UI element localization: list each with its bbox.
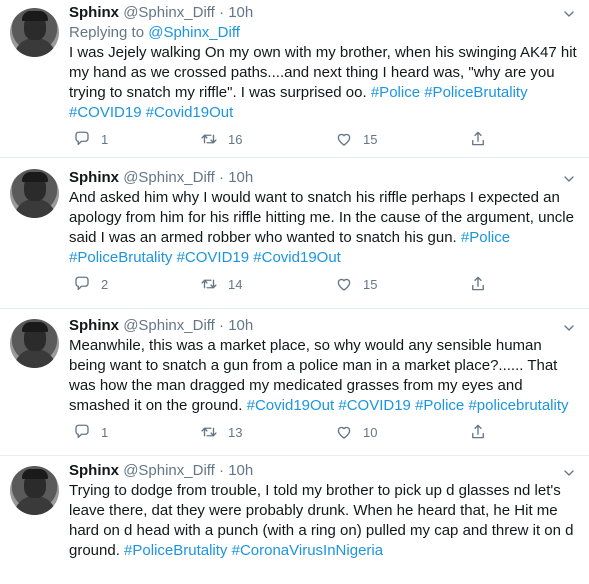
avatar[interactable] bbox=[10, 319, 59, 368]
share-button[interactable] bbox=[469, 275, 487, 293]
hashtag-link[interactable]: #Covid19Out bbox=[253, 249, 341, 266]
share-icon bbox=[472, 424, 484, 439]
hashtag-link[interactable]: #COVID19 bbox=[177, 249, 250, 266]
chevron-down-icon[interactable] bbox=[561, 465, 577, 481]
retweet-count: 13 bbox=[228, 424, 243, 440]
author-handle[interactable]: @Sphinx_Diff bbox=[123, 317, 215, 334]
hashtag-link[interactable]: #PoliceBrutality bbox=[124, 542, 227, 559]
chevron-down-icon[interactable] bbox=[561, 171, 577, 187]
share-button[interactable] bbox=[469, 130, 487, 148]
hashtag-link[interactable]: #PoliceBrutality bbox=[69, 249, 172, 266]
separator: · bbox=[219, 169, 225, 186]
hashtag-link[interactable]: #COVID19 bbox=[338, 397, 411, 414]
hashtag-link[interactable]: #policebrutality bbox=[468, 397, 568, 414]
avatar[interactable] bbox=[10, 466, 59, 515]
tweet-actions: 1 16 15 bbox=[69, 130, 509, 156]
reply-count: 1 bbox=[101, 131, 109, 147]
tweet-header: Sphinx @Sphinx_Diff · 10h bbox=[69, 168, 581, 188]
retweet-button[interactable]: 13 bbox=[200, 423, 242, 441]
author-name[interactable]: Sphinx bbox=[69, 317, 119, 334]
hashtag-link[interactable]: #Covid19Out bbox=[247, 397, 335, 414]
retweet-count: 16 bbox=[228, 131, 243, 147]
retweet-count: 14 bbox=[228, 276, 243, 292]
reply-count: 2 bbox=[101, 276, 109, 292]
like-count: 15 bbox=[363, 276, 378, 292]
reply-icon bbox=[75, 276, 89, 291]
tweet[interactable]: Sphinx @Sphinx_Diff · 10h Trying to dodg… bbox=[0, 457, 589, 584]
chevron-down-icon[interactable] bbox=[561, 320, 577, 336]
replying-prefix: Replying to bbox=[69, 24, 145, 41]
retweet-icon bbox=[201, 427, 217, 437]
tweet-actions: 1 13 10 bbox=[69, 423, 509, 449]
tweet-header: Sphinx @Sphinx_Diff · 10h bbox=[69, 461, 581, 481]
like-button[interactable]: 10 bbox=[335, 423, 377, 441]
tweet[interactable]: Sphinx @Sphinx_Diff · 10h Replying to @S… bbox=[0, 0, 589, 158]
retweet-icon bbox=[201, 279, 217, 289]
share-icon bbox=[472, 131, 484, 146]
tweet-text: I was Jejely walking On my own with my b… bbox=[69, 43, 581, 123]
hashtag-link[interactable]: #Police bbox=[461, 229, 510, 246]
share-icon bbox=[472, 276, 484, 291]
separator: · bbox=[219, 462, 225, 479]
tweet-text: And asked him why I would want to snatch… bbox=[69, 188, 581, 268]
reply-icon bbox=[75, 424, 89, 439]
tweet-text: Meanwhile, this was a market place, so w… bbox=[69, 336, 581, 416]
replying-handle-link[interactable]: @Sphinx_Diff bbox=[148, 24, 240, 41]
timestamp[interactable]: 10h bbox=[228, 4, 253, 21]
separator: · bbox=[219, 317, 225, 334]
tweet[interactable]: Sphinx @Sphinx_Diff · 10h Meanwhile, thi… bbox=[0, 310, 589, 456]
like-count: 15 bbox=[363, 131, 378, 147]
hashtag-link[interactable]: #PoliceBrutality bbox=[424, 84, 527, 101]
author-name[interactable]: Sphinx bbox=[69, 462, 119, 479]
separator: · bbox=[219, 4, 225, 21]
hashtag-link[interactable]: #Police bbox=[371, 84, 420, 101]
author-handle[interactable]: @Sphinx_Diff bbox=[123, 462, 215, 479]
reply-button[interactable]: 1 bbox=[73, 423, 108, 441]
heart-icon bbox=[337, 278, 351, 291]
like-button[interactable]: 15 bbox=[335, 130, 377, 148]
chevron-down-icon[interactable] bbox=[561, 6, 577, 22]
share-button[interactable] bbox=[469, 423, 487, 441]
heart-icon bbox=[337, 133, 351, 146]
retweet-button[interactable]: 14 bbox=[200, 275, 242, 293]
tweet-actions: 2 14 15 bbox=[69, 275, 509, 301]
tweet-header: Sphinx @Sphinx_Diff · 10h bbox=[69, 3, 581, 23]
timestamp[interactable]: 10h bbox=[228, 317, 253, 334]
author-name[interactable]: Sphinx bbox=[69, 169, 119, 186]
like-button[interactable]: 15 bbox=[335, 275, 377, 293]
reply-button[interactable]: 1 bbox=[73, 130, 108, 148]
avatar[interactable] bbox=[10, 8, 59, 57]
author-handle[interactable]: @Sphinx_Diff bbox=[123, 169, 215, 186]
hashtag-link[interactable]: #COVID19 bbox=[69, 104, 142, 121]
hashtag-link[interactable]: #CoronaVirusInNigeria bbox=[232, 542, 383, 559]
retweet-button[interactable]: 16 bbox=[200, 130, 242, 148]
tweet[interactable]: Sphinx @Sphinx_Diff · 10h And asked him … bbox=[0, 159, 589, 309]
tweet-header: Sphinx @Sphinx_Diff · 10h bbox=[69, 316, 581, 336]
reply-button[interactable]: 2 bbox=[73, 275, 108, 293]
replying-to: Replying to @Sphinx_Diff bbox=[69, 23, 581, 43]
author-handle[interactable]: @Sphinx_Diff bbox=[123, 4, 215, 21]
tweet-text: Trying to dodge from trouble, I told my … bbox=[69, 481, 581, 561]
retweet-icon bbox=[201, 134, 217, 144]
timestamp[interactable]: 10h bbox=[228, 169, 253, 186]
like-count: 10 bbox=[363, 424, 378, 440]
reply-icon bbox=[75, 131, 89, 146]
hashtag-link[interactable]: #Police bbox=[415, 397, 464, 414]
hashtag-link[interactable]: #Covid19Out bbox=[146, 104, 234, 121]
reply-count: 1 bbox=[101, 424, 109, 440]
heart-icon bbox=[337, 426, 351, 439]
timestamp[interactable]: 10h bbox=[228, 462, 253, 479]
author-name[interactable]: Sphinx bbox=[69, 4, 119, 21]
avatar[interactable] bbox=[10, 169, 59, 218]
